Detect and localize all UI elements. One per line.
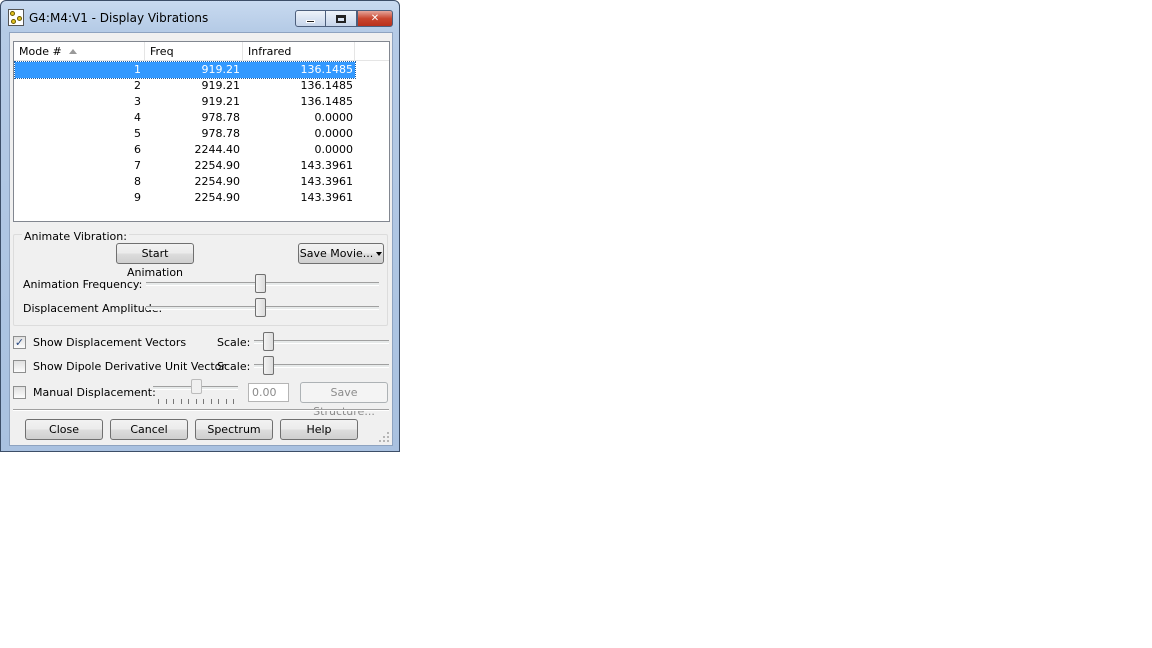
start-animation-button[interactable]: Start Animation [116, 243, 194, 279]
tick-mark [188, 399, 189, 404]
cell-mode: 2 [134, 79, 141, 92]
column-header-mode[interactable]: Mode # [14, 42, 145, 61]
table-row[interactable]: 8 2254.90 143.3961 [15, 174, 355, 190]
tick-mark [173, 399, 174, 404]
table-row[interactable]: 3 919.21 136.1485 [15, 94, 355, 110]
table-row[interactable]: 9 2254.90 143.3961 [15, 190, 355, 206]
cell-mode: 7 [134, 159, 141, 172]
table-row[interactable]: 7 2254.90 143.3961 [15, 158, 355, 174]
close-button[interactable]: Close [25, 419, 103, 440]
cell-freq: 2244.40 [194, 143, 241, 156]
column-header-infrared-label: Infrared [248, 45, 292, 58]
table-row[interactable]: 5 978.78 0.0000 [15, 126, 355, 142]
show-displacement-vectors-label[interactable]: Show Displacement Vectors [33, 336, 186, 349]
resize-grip-icon[interactable] [379, 432, 389, 442]
manual-displacement-value[interactable]: 0.00 [248, 383, 289, 402]
column-header-mode-label: Mode # [19, 45, 62, 58]
tick-mark [180, 399, 182, 404]
cancel-button[interactable]: Cancel [110, 419, 188, 440]
tick-mark [233, 399, 234, 404]
cell-mode: 6 [134, 143, 141, 156]
vectors-scale-label: Scale: [217, 336, 251, 349]
vectors-scale-slider[interactable] [262, 332, 274, 351]
dipole-scale-label: Scale: [217, 360, 251, 373]
table-row[interactable]: 2 919.21 136.1485 [15, 78, 355, 94]
maximize-button[interactable] [326, 10, 357, 27]
animation-frequency-slider[interactable] [255, 274, 267, 293]
window-title: G4:M4:V1 - Display Vibrations [29, 11, 209, 25]
table-row[interactable]: 4 978.78 0.0000 [15, 110, 355, 126]
dropdown-arrow-icon [376, 252, 383, 256]
displacement-amplitude-slider[interactable] [255, 298, 267, 317]
cell-freq: 978.78 [201, 127, 241, 140]
tick-mark [195, 399, 197, 404]
cell-freq: 2254.90 [194, 191, 241, 204]
show-displacement-vectors-checkbox[interactable]: ✓ [13, 336, 26, 349]
dipole-scale-track[interactable] [254, 364, 389, 368]
manual-displacement-ticks [158, 399, 234, 405]
cell-mode: 3 [134, 95, 141, 108]
cell-freq: 919.21 [201, 95, 241, 108]
minimize-icon [306, 19, 315, 23]
save-structure-button[interactable]: Save Structure... [300, 382, 388, 418]
column-header-freq-label: Freq [150, 45, 174, 58]
tick-mark [158, 399, 159, 404]
display-vibrations-window: G4:M4:V1 - Display Vibrations ✕ Mode # F… [0, 0, 400, 452]
cell-ir: 0.0000 [314, 127, 354, 140]
cell-mode: 9 [134, 191, 141, 204]
save-movie-button[interactable]: Save Movie... [298, 243, 384, 264]
sort-ascending-icon [69, 49, 77, 54]
displacement-amplitude-label: Displacement Amplitude: [23, 302, 163, 315]
column-header-infrared[interactable]: Infrared [243, 42, 355, 61]
show-dipole-vector-label[interactable]: Show Dipole Derivative Unit Vector [33, 360, 226, 373]
title-bar[interactable]: G4:M4:V1 - Display Vibrations ✕ [1, 1, 399, 33]
modes-list[interactable]: Mode # Freq Infrared 1 919.21 136.1485 2 919… [13, 41, 390, 222]
cell-ir: 136.1485 [300, 63, 354, 76]
dipole-scale-slider[interactable] [262, 356, 274, 375]
help-button[interactable]: Help [280, 419, 358, 440]
close-icon: ✕ [370, 13, 380, 24]
tick-mark [165, 399, 167, 404]
tick-mark [210, 399, 212, 404]
animation-frequency-label: Animation Frequency: [23, 278, 143, 291]
cell-freq: 919.21 [201, 79, 241, 92]
column-header-freq[interactable]: Freq [145, 42, 243, 61]
manual-displacement-label[interactable]: Manual Displacement: [33, 386, 156, 399]
manual-displacement-checkbox[interactable] [13, 386, 26, 399]
cell-mode: 4 [134, 111, 141, 124]
cell-ir: 0.0000 [314, 111, 354, 124]
close-window-button[interactable]: ✕ [357, 10, 393, 27]
manual-displacement-slider[interactable] [190, 379, 202, 394]
cell-ir: 136.1485 [300, 95, 354, 108]
tick-mark [203, 399, 204, 404]
cell-freq: 2254.90 [194, 159, 241, 172]
buttons-separator [13, 409, 389, 411]
tick-mark [225, 399, 227, 404]
vectors-scale-track[interactable] [254, 340, 389, 344]
cell-freq: 2254.90 [194, 175, 241, 188]
app-icon[interactable] [8, 9, 24, 26]
modes-list-header: Mode # Freq Infrared [14, 42, 389, 61]
table-row[interactable]: 1 919.21 136.1485 [14, 61, 356, 79]
cell-ir: 0.0000 [314, 143, 354, 156]
save-movie-label: Save Movie... [299, 247, 374, 260]
minimize-button[interactable] [295, 10, 326, 27]
cell-ir: 143.3961 [300, 159, 354, 172]
cell-mode: 5 [134, 127, 141, 140]
animate-vibration-label: Animate Vibration: [22, 230, 129, 243]
cell-mode: 1 [134, 63, 141, 76]
cell-mode: 8 [134, 175, 141, 188]
tick-mark [218, 399, 219, 404]
cell-ir: 136.1485 [300, 79, 354, 92]
cell-ir: 143.3961 [300, 191, 354, 204]
cell-freq: 978.78 [201, 111, 241, 124]
cell-ir: 143.3961 [300, 175, 354, 188]
show-dipole-vector-checkbox[interactable] [13, 360, 26, 373]
cell-freq: 919.21 [201, 63, 241, 76]
dialog-client-area: Mode # Freq Infrared 1 919.21 136.1485 2 919… [9, 32, 393, 446]
maximize-icon [336, 14, 346, 23]
table-row[interactable]: 6 2244.40 0.0000 [15, 142, 355, 158]
spectrum-button[interactable]: Spectrum [195, 419, 273, 440]
